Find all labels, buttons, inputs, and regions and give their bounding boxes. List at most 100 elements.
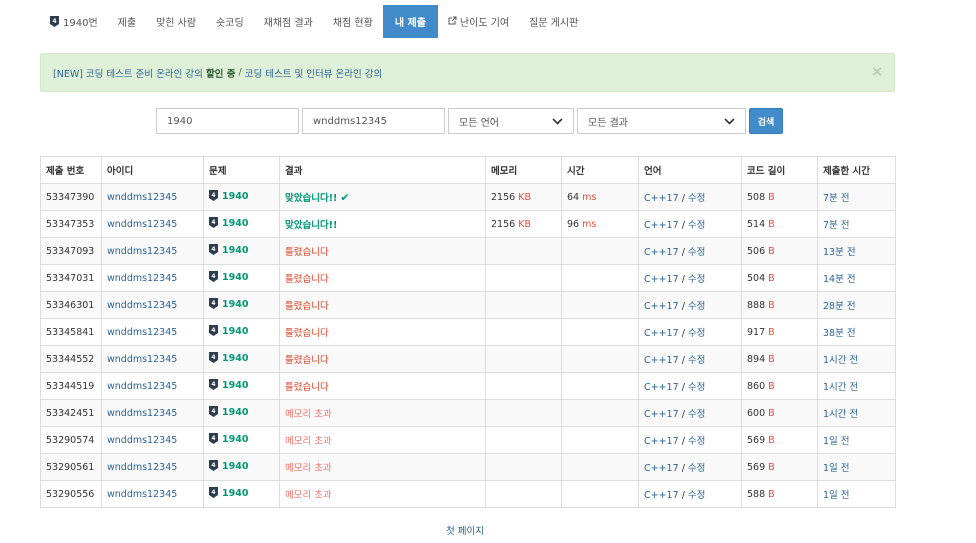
edit-link[interactable]: 수정 xyxy=(688,382,705,393)
language-link[interactable]: C++17 xyxy=(644,220,679,231)
user-link[interactable]: wnddms12345 xyxy=(107,381,177,392)
promo-link-interview[interactable]: 코딩 테스트 및 인터뷰 온라인 강의 xyxy=(245,66,382,80)
user-link[interactable]: wnddms12345 xyxy=(107,246,177,257)
user-link[interactable]: wnddms12345 xyxy=(107,462,177,473)
edit-link[interactable]: 수정 xyxy=(688,463,705,474)
tab-difficulty[interactable]: 난이도 기여 xyxy=(438,5,519,38)
result-text[interactable]: 틀렸습니다 xyxy=(285,247,329,258)
edit-link[interactable]: 수정 xyxy=(688,409,705,420)
language-separator: / xyxy=(681,193,685,204)
time-cell: 64 ms xyxy=(561,183,639,211)
problem-link[interactable]: 1940 xyxy=(222,488,248,499)
tab-board[interactable]: 질문 게시판 xyxy=(519,5,588,38)
submitted-time-link[interactable]: 1일 전 xyxy=(823,436,850,447)
tab-problem[interactable]: 4 1940번 xyxy=(40,5,108,38)
user-link[interactable]: wnddms12345 xyxy=(107,300,177,311)
problem-link[interactable]: 1940 xyxy=(222,299,248,310)
user-link[interactable]: wnddms12345 xyxy=(107,219,177,230)
submitted-time-link[interactable]: 38분 전 xyxy=(823,328,856,339)
edit-link[interactable]: 수정 xyxy=(688,490,705,501)
language-link[interactable]: C++17 xyxy=(644,274,679,285)
problem-link[interactable]: 1940 xyxy=(222,218,248,229)
language-link[interactable]: C++17 xyxy=(644,328,679,339)
edit-link[interactable]: 수정 xyxy=(688,301,705,312)
edit-link[interactable]: 수정 xyxy=(688,355,705,366)
edit-link[interactable]: 수정 xyxy=(688,247,705,258)
language-separator: / xyxy=(681,409,685,420)
result-text[interactable]: 틀렸습니다 xyxy=(285,382,329,393)
result-text[interactable]: 메모리 초과 xyxy=(285,463,332,474)
language-link[interactable]: C++17 xyxy=(644,463,679,474)
tab-my-submissions[interactable]: 내 제출 xyxy=(382,5,438,38)
language-link[interactable]: C++17 xyxy=(644,436,679,447)
user-link[interactable]: wnddms12345 xyxy=(107,435,177,446)
problem-link[interactable]: 1940 xyxy=(222,326,248,337)
result-text[interactable]: 맞았습니다!! xyxy=(285,220,337,231)
first-page-link[interactable]: 첫 페이지 xyxy=(446,526,484,537)
result-text[interactable]: 메모리 초과 xyxy=(285,409,332,420)
edit-link[interactable]: 수정 xyxy=(688,220,705,231)
language-link[interactable]: C++17 xyxy=(644,355,679,366)
language-link[interactable]: C++17 xyxy=(644,301,679,312)
language-select[interactable]: 모든 언어 xyxy=(448,108,574,134)
submitted-time-link[interactable]: 1일 전 xyxy=(823,463,850,474)
result-text[interactable]: 틀렸습니다 xyxy=(285,328,329,339)
submission-id: 53342451 xyxy=(40,399,102,427)
problem-id-input[interactable]: 1940 xyxy=(156,108,299,134)
user-cell: wnddms12345 xyxy=(101,345,204,373)
result-text[interactable]: 메모리 초과 xyxy=(285,490,332,501)
result-text[interactable]: 틀렸습니다 xyxy=(285,301,329,312)
language-link[interactable]: C++17 xyxy=(644,382,679,393)
tab-short-coding[interactable]: 숏코딩 xyxy=(206,5,254,38)
submitted-time-link[interactable]: 7분 전 xyxy=(823,220,850,231)
user-link[interactable]: wnddms12345 xyxy=(107,408,177,419)
submitted-time-link[interactable]: 1시간 전 xyxy=(823,355,858,366)
close-icon[interactable]: × xyxy=(871,64,883,80)
result-text[interactable]: 메모리 초과 xyxy=(285,436,332,447)
problem-link[interactable]: 1940 xyxy=(222,407,248,418)
submission-table: 제출 번호 아이디 문제 결과 메모리 시간 언어 코드 길이 제출한 시간 5… xyxy=(40,156,896,508)
language-link[interactable]: C++17 xyxy=(644,409,679,420)
submitted-time-link[interactable]: 1일 전 xyxy=(823,490,850,501)
submitted-time-link[interactable]: 1시간 전 xyxy=(823,382,858,393)
search-button[interactable]: 검색 xyxy=(749,108,783,134)
submitted-time-link[interactable]: 1시간 전 xyxy=(823,409,858,420)
submitted-time-link[interactable]: 7분 전 xyxy=(823,193,850,204)
edit-link[interactable]: 수정 xyxy=(688,193,705,204)
result-text[interactable]: 맞았습니다!! xyxy=(285,193,337,204)
edit-link[interactable]: 수정 xyxy=(688,436,705,447)
promo-separator: / xyxy=(238,67,242,78)
problem-link[interactable]: 1940 xyxy=(222,272,248,283)
code-length-value: 894 xyxy=(747,353,766,365)
submitted-time-link[interactable]: 28분 전 xyxy=(823,301,856,312)
result-text[interactable]: 틀렸습니다 xyxy=(285,274,329,285)
promo-link-course[interactable]: [NEW] 코딩 테스트 준비 온라인 강의 xyxy=(53,66,203,80)
tab-status[interactable]: 채점 현황 xyxy=(323,5,383,38)
tab-submit[interactable]: 제출 xyxy=(108,5,146,38)
language-link[interactable]: C++17 xyxy=(644,247,679,258)
problem-link[interactable]: 1940 xyxy=(222,461,248,472)
language-cell: C++17 / 수정 xyxy=(638,480,742,508)
user-link[interactable]: wnddms12345 xyxy=(107,273,177,284)
result-text[interactable]: 틀렸습니다 xyxy=(285,355,329,366)
user-id-input[interactable]: wnddms12345 xyxy=(302,108,445,134)
problem-link[interactable]: 1940 xyxy=(222,380,248,391)
problem-link[interactable]: 1940 xyxy=(222,245,248,256)
problem-link[interactable]: 1940 xyxy=(222,353,248,364)
submitted-time-link[interactable]: 13분 전 xyxy=(823,247,856,258)
user-link[interactable]: wnddms12345 xyxy=(107,489,177,500)
problem-link[interactable]: 1940 xyxy=(222,191,248,202)
user-link[interactable]: wnddms12345 xyxy=(107,354,177,365)
user-link[interactable]: wnddms12345 xyxy=(107,327,177,338)
tab-solved-users[interactable]: 맞힌 사람 xyxy=(146,5,206,38)
problem-link[interactable]: 1940 xyxy=(222,434,248,445)
submitted-time-link[interactable]: 14분 전 xyxy=(823,274,856,285)
language-link[interactable]: C++17 xyxy=(644,490,679,501)
svg-text:4: 4 xyxy=(211,300,215,307)
tab-rejudge[interactable]: 재채점 결과 xyxy=(254,5,323,38)
user-link[interactable]: wnddms12345 xyxy=(107,192,177,203)
edit-link[interactable]: 수정 xyxy=(688,328,705,339)
result-select[interactable]: 모든 결과 xyxy=(577,108,746,134)
language-link[interactable]: C++17 xyxy=(644,193,679,204)
edit-link[interactable]: 수정 xyxy=(688,274,705,285)
